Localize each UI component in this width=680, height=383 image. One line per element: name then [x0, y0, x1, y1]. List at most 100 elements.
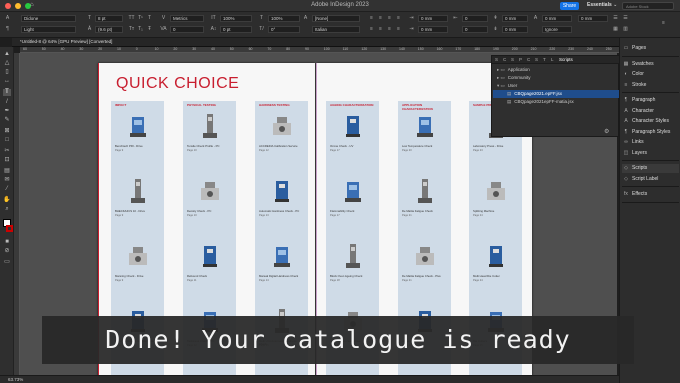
script-tree-item[interactable]: ▤ CBQpage2021epFF-matia.jsx: [493, 98, 619, 106]
product-card[interactable]: De Mattia Fatigue Check Page 21: [402, 176, 447, 229]
product-card[interactable]: Density Check - PC Page 10: [187, 176, 232, 229]
panel-scripts[interactable]: ◇ Scripts: [622, 164, 679, 173]
grid-align-icon[interactable]: ▦: [612, 26, 619, 33]
zoom-tool-icon[interactable]: ⌕: [3, 206, 11, 213]
numbered-list-icon[interactable]: ☰: [622, 15, 629, 22]
product-card[interactable]: Block Oven Ageing Check Page 18: [330, 241, 375, 294]
align-left-icon[interactable]: ≡: [368, 15, 375, 22]
workspace-switcher[interactable]: Essentials ⌄: [587, 2, 617, 8]
scissors-icon[interactable]: ✂: [3, 148, 11, 155]
stock-search-input[interactable]: Adobe Stock: [622, 2, 674, 10]
all-caps-icon[interactable]: TT: [128, 15, 135, 22]
last-line-indent-field[interactable]: 0: [462, 26, 488, 33]
panel-script-label[interactable]: ◇ Script Label: [622, 175, 679, 184]
script-tree-item[interactable]: ▸ ▭ Application: [493, 66, 619, 74]
small-caps-icon[interactable]: Tᴛ: [128, 26, 135, 33]
scripts-panel-tab[interactable]: L: [551, 57, 554, 62]
scripts-panel-tab[interactable]: C: [527, 57, 530, 62]
scripts-panel-tab[interactable]: S: [535, 57, 538, 62]
font-size-field[interactable]: 8 pt: [95, 15, 123, 22]
panel-options-icon[interactable]: ⚙: [604, 128, 609, 135]
right-indent-field[interactable]: 0: [462, 15, 488, 22]
justify-icon[interactable]: ≡: [395, 15, 402, 22]
superscript-icon[interactable]: T¹: [137, 15, 144, 22]
character-mode-icon[interactable]: A: [4, 15, 11, 22]
panel-swatches[interactable]: ▦ Swatches: [622, 60, 679, 69]
screen-mode-icon[interactable]: ▭: [3, 259, 11, 266]
left-indent-field[interactable]: 0 mm: [418, 15, 448, 22]
product-card[interactable]: Automatic Hardness Check - PC Page 13: [259, 176, 304, 229]
panel-effects[interactable]: fx Effects: [622, 190, 679, 199]
kerning-field[interactable]: Metrics: [170, 15, 204, 22]
underline-icon[interactable]: T: [146, 15, 153, 22]
panel-links[interactable]: ∞ Links: [622, 138, 679, 147]
page-tool-icon[interactable]: ▯: [3, 69, 11, 76]
paragraph-mode-icon[interactable]: ¶: [4, 26, 11, 33]
script-tree-item[interactable]: ▾ ▭ User: [493, 82, 619, 90]
product-card[interactable]: Low Temperature Check Page 20: [402, 111, 447, 164]
script-tree-item[interactable]: ▸ ▭ Community: [493, 74, 619, 82]
baseline-shift-field[interactable]: 0 pt: [220, 26, 252, 33]
apply-color-icon[interactable]: ■: [3, 239, 11, 246]
justify-all-icon[interactable]: ≡: [377, 26, 384, 33]
align-spine-icon[interactable]: ≡: [386, 26, 393, 33]
bulleted-list-icon[interactable]: ☰: [612, 15, 619, 22]
product-card[interactable]: De Mattia Fatigue Check - Plus Page 21: [402, 241, 447, 294]
font-style-field[interactable]: Light: [21, 26, 76, 33]
scripts-panel-tab[interactable]: C: [503, 57, 506, 62]
product-card[interactable]: Manning Check - Drive Page 9: [115, 241, 160, 294]
align-center-icon[interactable]: ≡: [377, 15, 384, 22]
direct-selection-icon[interactable]: △: [3, 60, 11, 67]
rectangle-tool-icon[interactable]: □: [3, 137, 11, 144]
font-family-field[interactable]: Didone: [21, 15, 76, 22]
tracking-field[interactable]: 0: [170, 26, 204, 33]
bullets-field[interactable]: 0 mm: [578, 15, 608, 22]
vertical-scale-field[interactable]: 100%: [220, 15, 252, 22]
scripts-panel-tab[interactable]: P: [519, 57, 522, 62]
scripts-panel-tab[interactable]: Scripts: [559, 57, 573, 62]
product-card[interactable]: Tensile Check Profile - PC Page 10: [187, 111, 232, 164]
panel-pages[interactable]: ▭ Pages: [622, 44, 679, 53]
line-tool-icon[interactable]: /: [3, 99, 11, 106]
leading-field[interactable]: (9.6 pt): [95, 26, 123, 33]
rectangle-frame-icon[interactable]: ⊠: [3, 128, 11, 135]
product-card[interactable]: Ozone Check - UV Page 17: [330, 111, 375, 164]
apply-none-icon[interactable]: ⊘: [3, 248, 11, 255]
language-field[interactable]: Italian: [312, 26, 360, 33]
zoom-level[interactable]: 63.73%: [8, 377, 23, 382]
page-heading[interactable]: QUICK CHOICE: [116, 75, 239, 93]
panel-paragraph[interactable]: ¶ Paragraph: [622, 96, 679, 105]
pencil-tool-icon[interactable]: ✎: [3, 117, 11, 124]
selection-tool-icon[interactable]: ▲: [3, 51, 11, 58]
gradient-tool-icon[interactable]: ▤: [3, 168, 11, 175]
hyphenation-field[interactable]: Ignore: [542, 26, 572, 33]
scripts-panel-tab[interactable]: T: [543, 57, 546, 62]
horizontal-scale-field[interactable]: 100%: [268, 15, 300, 22]
panel-layers[interactable]: ◫ Layers: [622, 149, 679, 158]
product-card[interactable]: Flammability Check Page 17: [330, 176, 375, 229]
justify-last-left-icon[interactable]: ≡: [368, 26, 375, 33]
align-right-icon[interactable]: ≡: [386, 15, 393, 22]
space-before-field[interactable]: 0 mm: [502, 15, 528, 22]
product-card[interactable]: Rebound Check Page 11: [187, 241, 232, 294]
gap-tool-icon[interactable]: ↔: [3, 78, 11, 85]
product-card[interactable]: Manual Digital Hardness Check Page 14: [259, 241, 304, 294]
product-card[interactable]: Multi Head Die Cutter Page 24: [473, 241, 518, 294]
product-card[interactable]: ACCREDIA Calibration Service Page 12: [259, 111, 304, 164]
share-button[interactable]: Share: [560, 2, 579, 10]
type-tool-icon[interactable]: T: [3, 89, 11, 96]
product-card[interactable]: BHECK/HICS 10 - Drive Page 9: [115, 176, 160, 229]
hand-tool-icon[interactable]: ✋: [3, 197, 11, 204]
panel-character[interactable]: A Character: [622, 107, 679, 116]
first-line-indent-field[interactable]: 0 mm: [418, 26, 448, 33]
scripts-panel-tab[interactable]: S: [495, 57, 498, 62]
strikethrough-icon[interactable]: Ŧ: [146, 26, 153, 33]
align-away-spine-icon[interactable]: ≡: [395, 26, 402, 33]
scripts-panel-tab[interactable]: S: [511, 57, 514, 62]
subscript-icon[interactable]: T₁: [137, 26, 144, 33]
columns-icon[interactable]: ▥: [622, 26, 629, 33]
panel-paragraph-styles[interactable]: ¶ Paragraph Styles: [622, 128, 679, 137]
character-style-field[interactable]: [None]: [312, 15, 360, 22]
pen-tool-icon[interactable]: ✒: [3, 108, 11, 115]
document-tab[interactable]: *Untitled-8 @ 64% [GPU Preview] [Convert…: [12, 38, 622, 47]
